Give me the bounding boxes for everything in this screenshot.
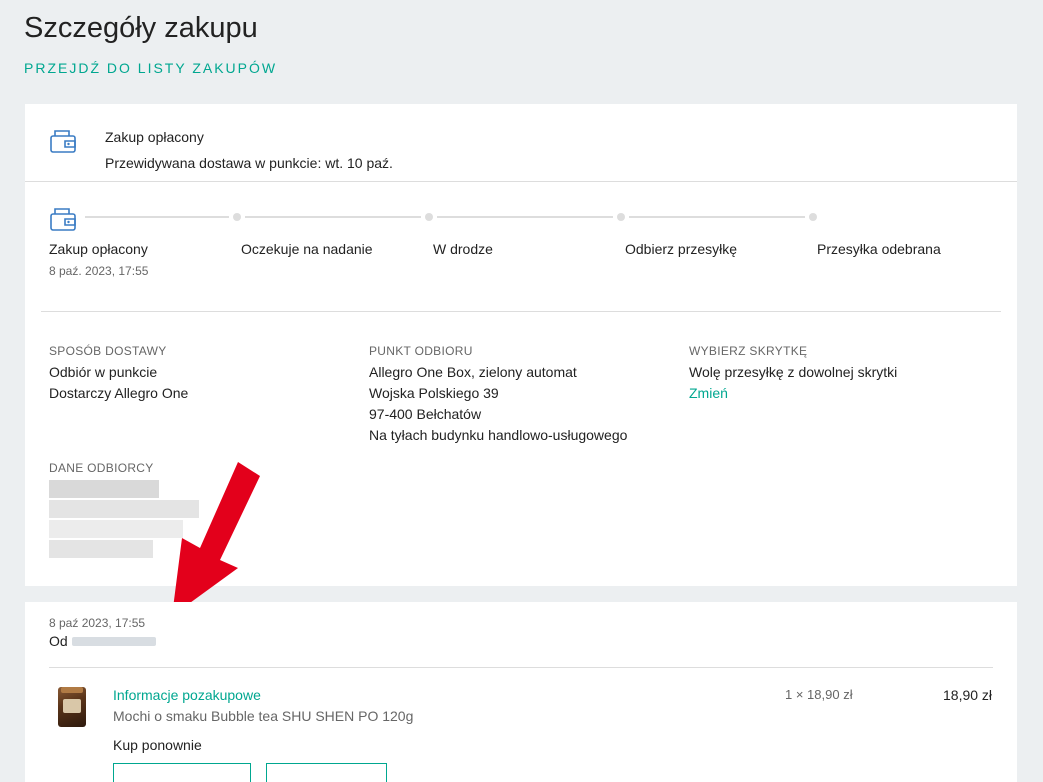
tracker-line <box>245 216 421 218</box>
change-locker-link[interactable]: Zmień <box>689 385 728 401</box>
tracker-step-label: Przesyłka odebrana <box>817 241 941 257</box>
buy-again-label: Kup ponownie <box>113 737 202 753</box>
seller-name-redacted <box>72 637 156 646</box>
red-arrow-annotation <box>172 462 260 616</box>
tracker-step-label: Odbierz przesyłkę <box>625 241 738 257</box>
product-thumbnail[interactable] <box>58 687 86 727</box>
divider <box>25 181 1017 182</box>
back-to-purchases-link[interactable]: PRZEJDŹ DO LISTY ZAKUPÓW <box>24 60 277 76</box>
total-price: 18,90 zł <box>943 687 993 703</box>
recipient-label: DANE ODBIORCY <box>49 461 154 475</box>
delivery-method-line: Dostarczy Allegro One <box>49 385 189 401</box>
locker-choice: Wolę przesyłkę z dowolnej skrytki <box>689 364 898 380</box>
tracker-step-label: Zakup opłacony <box>49 241 148 257</box>
order-date: 8 paź 2023, 17:55 <box>49 616 146 630</box>
buy-now-button[interactable]: KUP TERAZ <box>266 763 387 782</box>
locker-label: WYBIERZ SKRYTKĘ <box>689 344 808 358</box>
seller-prefix: Od <box>49 633 68 649</box>
divider <box>41 311 1001 312</box>
tracker-line <box>629 216 805 218</box>
tracker-line <box>85 216 229 218</box>
status-title: Zakup opłacony <box>105 129 204 145</box>
tracker-step-label: W drodze <box>433 241 493 257</box>
product-name[interactable]: Mochi o smaku Bubble tea SHU SHEN PO 120… <box>113 708 413 724</box>
tracker-dot <box>233 213 241 221</box>
pickup-point-label: PUNKT ODBIORU <box>369 344 473 358</box>
tracker-step-label: Oczekuje na nadanie <box>241 241 373 257</box>
wallet-icon <box>48 126 78 156</box>
tracker-line <box>437 216 613 218</box>
order-card: 8 paź 2023, 17:55 Od Informacje pozakupo… <box>25 602 1017 782</box>
page-title: Szczegóły zakupu <box>24 12 258 44</box>
tracker-step-date: 8 paź. 2023, 17:55 <box>49 264 149 278</box>
delivery-method-line: Odbiór w punkcie <box>49 364 158 380</box>
divider <box>49 667 993 668</box>
delivery-method-label: SPOSÓB DOSTAWY <box>49 344 167 358</box>
tracker-dot <box>809 213 817 221</box>
quantity-price: 1 × 18,90 zł <box>785 687 853 702</box>
tracker-dot <box>617 213 625 221</box>
estimated-delivery: Przewidywana dostawa w punkcie: wt. 10 p… <box>105 155 393 171</box>
tracker-dot <box>425 213 433 221</box>
post-purchase-info-link[interactable]: Informacje pozakupowe <box>113 687 261 703</box>
pickup-point-line: Wojska Polskiego 39 <box>369 385 499 401</box>
pickup-point-line: Na tyłach budynku handlowo-usługowego <box>369 427 628 443</box>
tracker-wallet-icon <box>48 204 78 234</box>
add-to-cart-button[interactable]: DO KOSZYKA <box>113 763 251 782</box>
pickup-point-line: Allegro One Box, zielony automat <box>369 364 577 380</box>
pickup-point-line: 97-400 Bełchatów <box>369 406 482 422</box>
